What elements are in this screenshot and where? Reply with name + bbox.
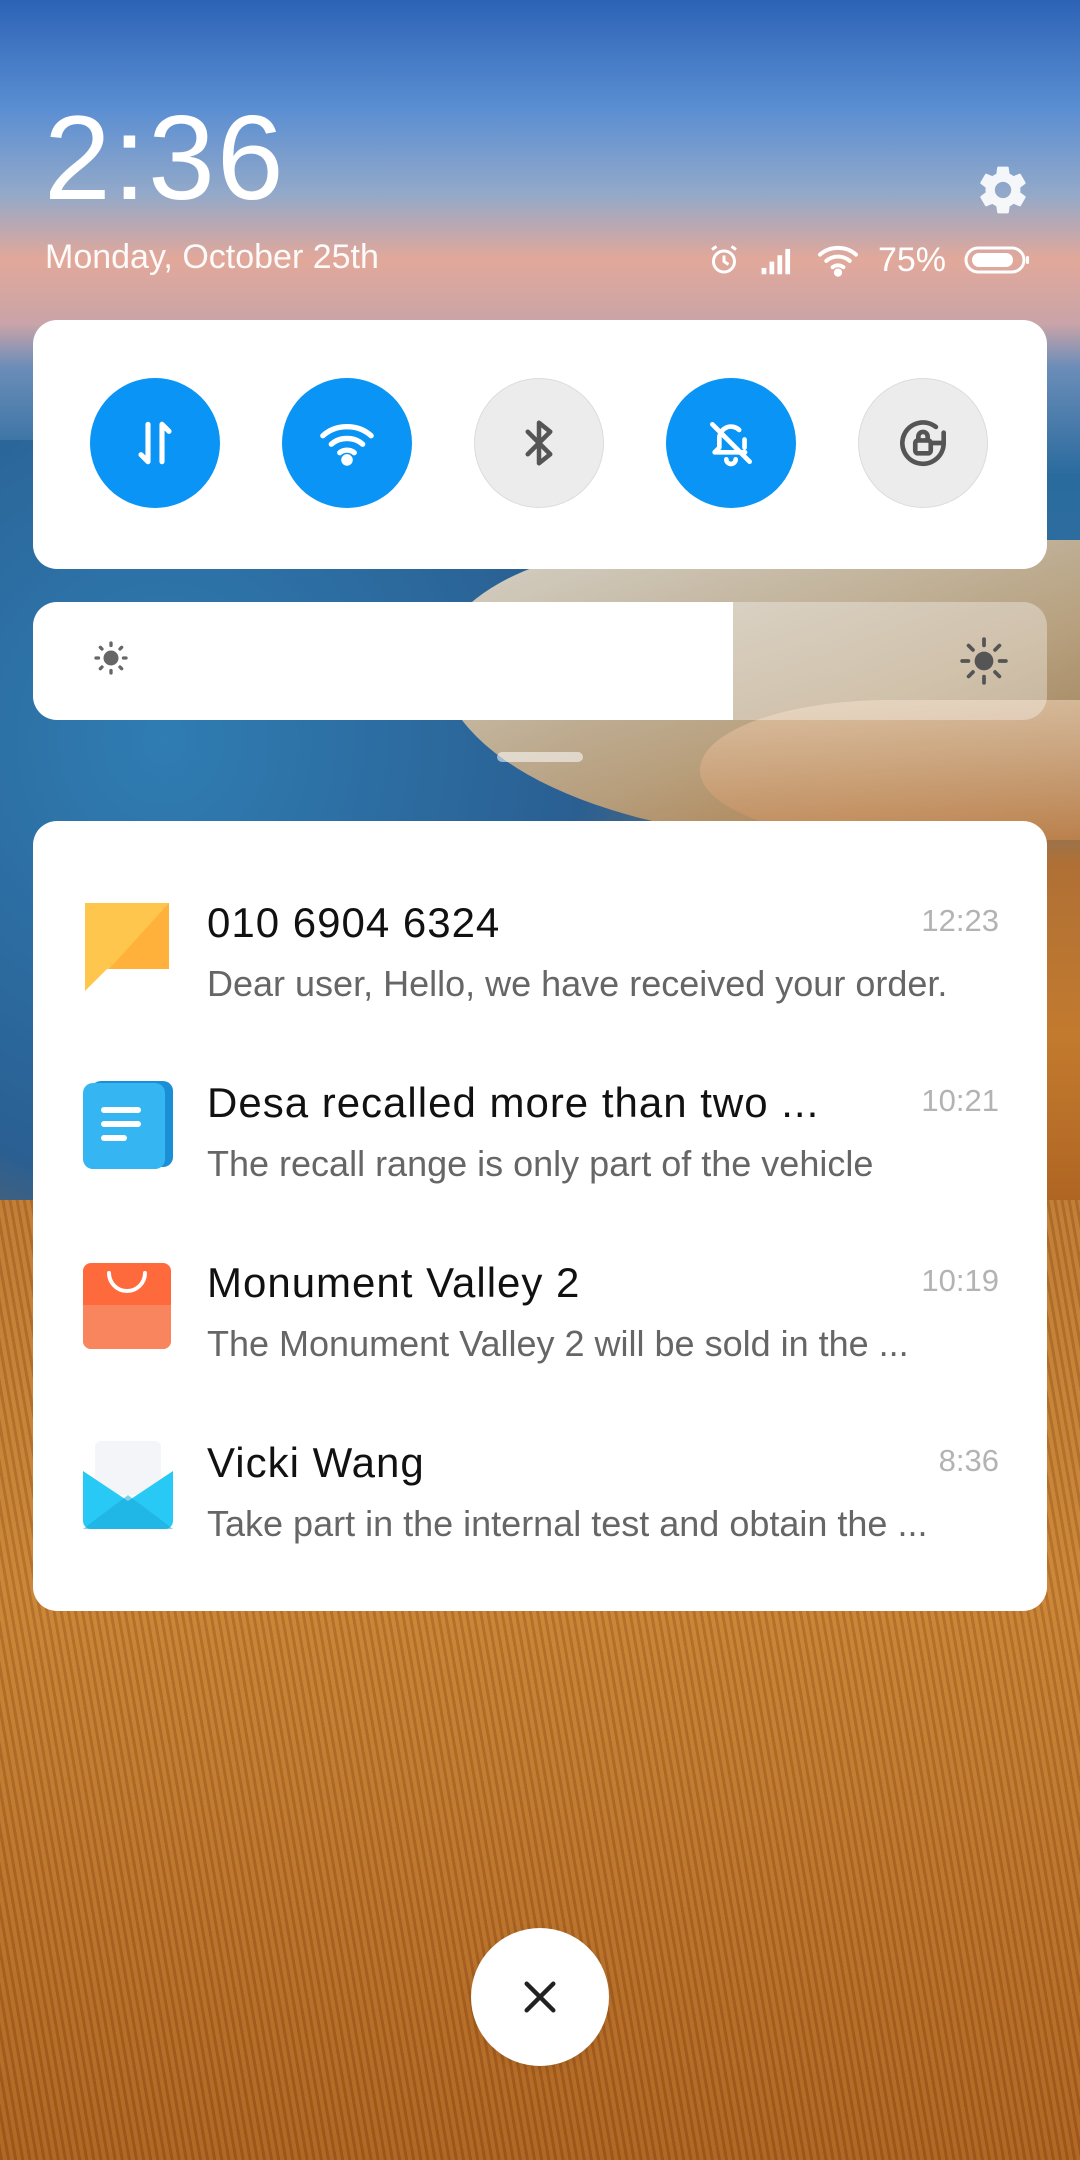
notes-icon xyxy=(83,1081,173,1169)
bluetooth-toggle[interactable] xyxy=(474,378,604,508)
wifi-icon xyxy=(320,424,374,466)
notification-item[interactable]: Vicki Wang Take part in the internal tes… xyxy=(33,1401,1047,1551)
notification-item[interactable]: Monument Valley 2 The Monument Valley 2 … xyxy=(33,1221,1047,1371)
rotation-lock-icon xyxy=(900,420,946,467)
notification-time: 8:36 xyxy=(938,1443,999,1478)
notification-body: The recall range is only part of the veh… xyxy=(207,1143,874,1184)
battery-icon xyxy=(964,245,1030,275)
panel-drag-handle[interactable] xyxy=(497,752,583,762)
notification-item[interactable]: Desa recalled more than two ... The reca… xyxy=(33,1041,1047,1191)
brightness-low-icon xyxy=(91,638,131,683)
notification-title: Monument Valley 2 xyxy=(207,1259,581,1306)
bell-off-icon xyxy=(710,422,752,467)
brightness-slider[interactable] xyxy=(33,602,1047,720)
mobile-data-toggle[interactable] xyxy=(90,378,220,508)
alarm-icon xyxy=(706,242,742,278)
status-bar: 75% xyxy=(706,238,1030,282)
close-icon xyxy=(524,1981,556,2013)
notification-title: Desa recalled more than two ... xyxy=(207,1079,820,1126)
wifi-toggle[interactable] xyxy=(282,378,412,508)
clock-time: 2:36 xyxy=(44,91,286,225)
clear-notifications-button[interactable] xyxy=(471,1928,609,2066)
clock-date: Monday, October 25th xyxy=(45,238,379,276)
mail-icon xyxy=(83,1441,173,1529)
notification-item[interactable]: 010 6904 6324 Dear user, Hello, we have … xyxy=(33,861,1047,1011)
notification-time: 12:23 xyxy=(921,903,999,938)
notification-time: 10:21 xyxy=(921,1083,999,1118)
gear-icon[interactable] xyxy=(975,162,1031,218)
wallpaper-beach xyxy=(700,700,1080,840)
notification-body: Take part in the internal test and obtai… xyxy=(207,1503,928,1544)
brightness-high-icon xyxy=(959,636,1009,691)
notification-body: The Monument Valley 2 will be sold in th… xyxy=(207,1323,909,1364)
mute-toggle[interactable] xyxy=(666,378,796,508)
rotation-lock-toggle[interactable] xyxy=(858,378,988,508)
notification-time: 10:19 xyxy=(921,1263,999,1298)
notification-body: Dear user, Hello, we have received your … xyxy=(207,963,948,1004)
brightness-fill xyxy=(33,602,733,720)
quick-settings-panel xyxy=(33,320,1047,569)
bluetooth-icon xyxy=(525,420,553,466)
shopping-bag-icon xyxy=(83,1263,171,1349)
battery-percent: 75% xyxy=(877,240,946,279)
data-arrows-icon xyxy=(138,421,172,465)
notification-list: 010 6904 6324 Dear user, Hello, we have … xyxy=(33,821,1047,1611)
wifi-icon xyxy=(816,242,860,278)
notification-title: 010 6904 6324 xyxy=(207,899,501,946)
notification-title: Vicki Wang xyxy=(207,1439,425,1486)
messages-icon xyxy=(85,903,169,991)
signal-icon xyxy=(760,244,798,276)
